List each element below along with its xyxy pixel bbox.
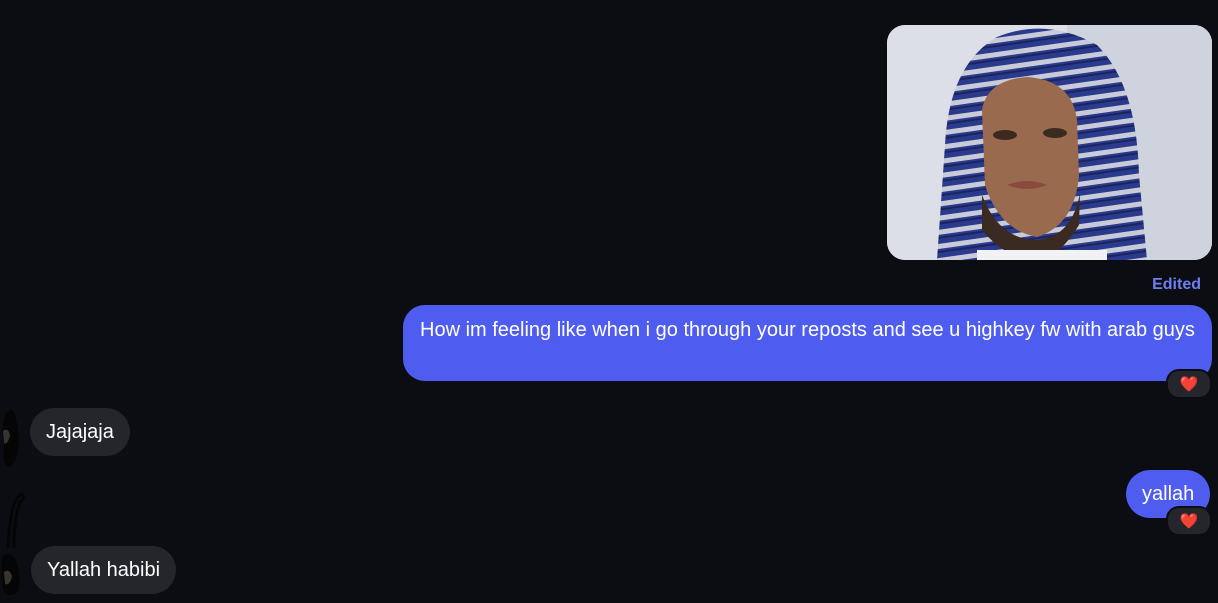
avatar-image (1, 492, 26, 595)
red-heart-icon: ❤️ (1179, 375, 1199, 393)
avatar-image (2, 410, 19, 467)
edited-label: Edited (1152, 276, 1201, 293)
sent-message[interactable]: How im feeling like when i go through yo… (403, 305, 1212, 381)
shared-photo[interactable] (887, 25, 1212, 260)
avatar[interactable] (0, 405, 24, 469)
red-heart-icon: ❤️ (1179, 512, 1199, 530)
avatar[interactable] (0, 488, 28, 598)
heart-reaction[interactable]: ❤️ (1166, 369, 1212, 399)
chat-thread: Edited How im feeling like when i go thr… (0, 0, 1218, 603)
photo-image (887, 25, 1212, 260)
received-message[interactable]: Jajajaja (30, 408, 130, 456)
heart-reaction[interactable]: ❤️ (1166, 506, 1212, 536)
received-message[interactable]: Yallah habibi (31, 546, 177, 594)
